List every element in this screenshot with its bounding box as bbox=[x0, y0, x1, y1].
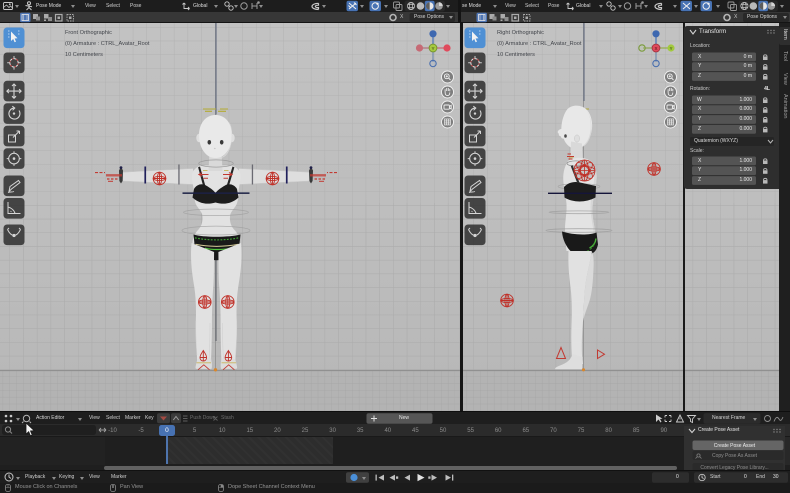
svg-text:Y: Y bbox=[670, 46, 673, 51]
svg-text:Y: Y bbox=[431, 46, 434, 51]
svg-text:X: X bbox=[654, 46, 657, 51]
